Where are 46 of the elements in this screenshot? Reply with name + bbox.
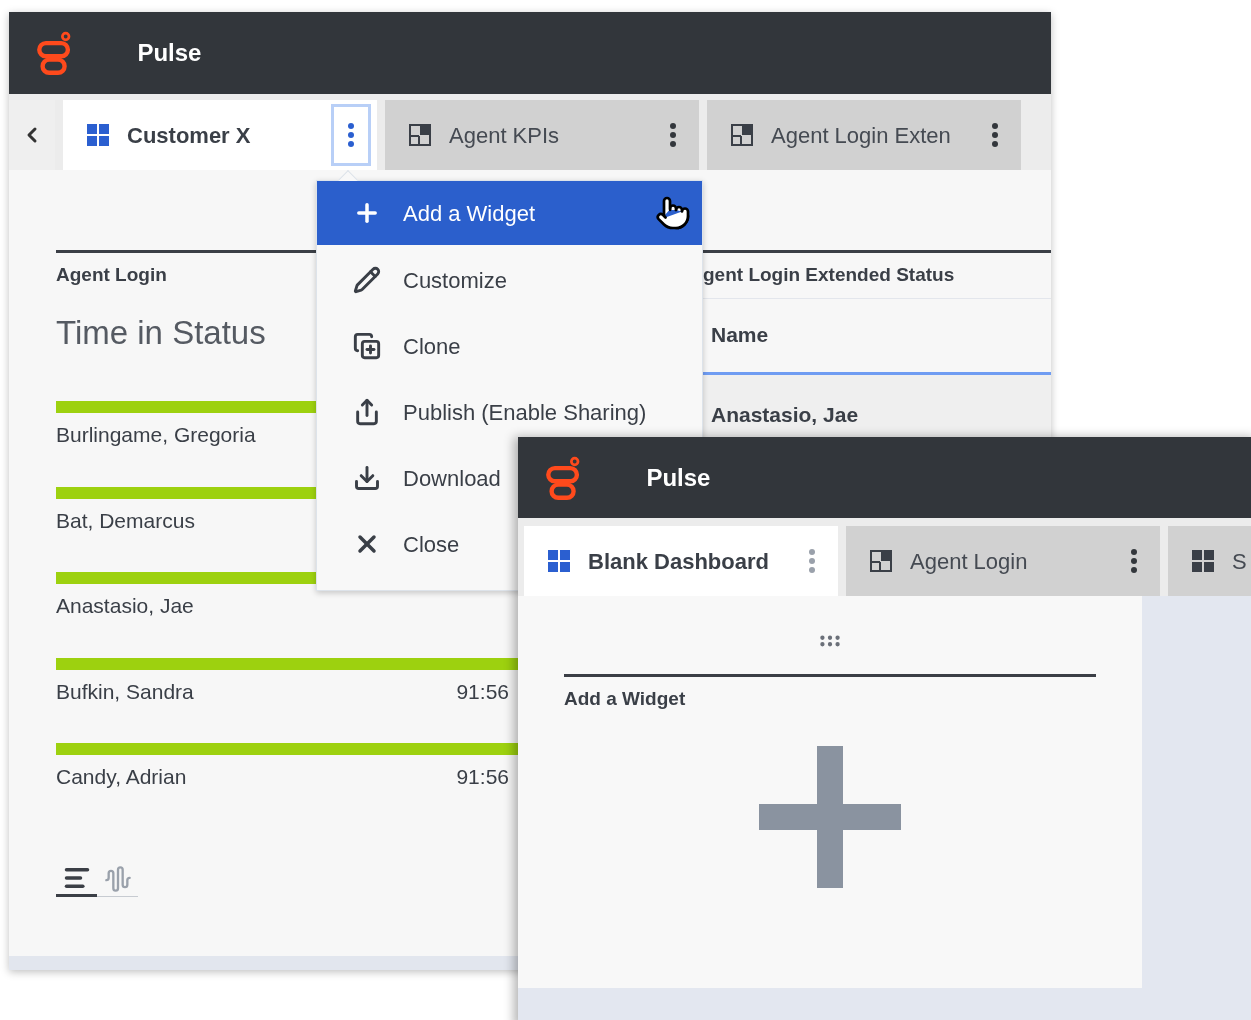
menu-item[interactable]: Close xyxy=(317,521,468,567)
tab[interactable]: Agent Login Exten xyxy=(707,100,1021,170)
clone-icon xyxy=(353,332,381,360)
menu-item[interactable]: Clone xyxy=(317,323,469,369)
tab[interactable]: Agent KPIs xyxy=(385,100,699,170)
agent-name: Bat, Demarcus xyxy=(56,507,195,534)
table-cell-text: Anastasio, Jae xyxy=(711,401,859,428)
tab[interactable]: Customer X xyxy=(63,100,377,170)
share-icon xyxy=(353,398,381,426)
pencil-icon xyxy=(353,266,381,294)
widget-icon xyxy=(409,124,431,146)
waveform-icon xyxy=(103,865,132,893)
app-title: Pulse xyxy=(137,38,202,68)
agent-name: Anastasio, Jae xyxy=(56,593,194,619)
hand-cursor-icon xyxy=(655,195,691,231)
kebab-icon xyxy=(809,549,815,573)
menu-item[interactable]: Add a Widget xyxy=(317,181,702,245)
kebab-icon xyxy=(1131,549,1137,573)
grid-icon xyxy=(87,124,109,146)
widget-title: Time in Status xyxy=(56,312,266,353)
menu-item[interactable]: Download xyxy=(317,455,509,501)
widget-title: Add a Widget xyxy=(564,687,687,711)
grid-icon xyxy=(1192,550,1214,572)
menu-item[interactable]: Publish (Enable Sharing) xyxy=(317,389,655,435)
agent-name: Bufkin, Sandra xyxy=(56,678,194,705)
tab[interactable]: Agent Login xyxy=(846,526,1160,596)
menu-item[interactable]: Customize xyxy=(317,257,515,303)
widget-source-label: gent Login Extended Status xyxy=(702,263,956,287)
download-icon xyxy=(353,464,381,492)
column-header: Name xyxy=(711,322,769,349)
kebab-icon xyxy=(348,123,354,147)
add-widget-plus-icon[interactable] xyxy=(759,745,901,888)
kebab-menu-button[interactable] xyxy=(331,104,371,166)
agent-name: Burlingame, Gregoria xyxy=(56,422,256,448)
status-duration: 91:56 xyxy=(456,764,509,790)
grid-icon xyxy=(548,550,570,572)
tab[interactable]: S xyxy=(1168,526,1251,596)
widget-icon xyxy=(731,124,753,146)
widget-source-label: Agent Login xyxy=(56,263,167,287)
agent-name: Candy, Adrian xyxy=(56,764,187,790)
kebab-icon xyxy=(992,123,998,147)
app-title: Pulse xyxy=(646,462,711,493)
widget-icon xyxy=(870,550,892,572)
kebab-icon xyxy=(670,123,676,147)
tab[interactable]: Blank Dashboard xyxy=(524,526,838,596)
status-duration: 91:56 xyxy=(456,678,509,705)
